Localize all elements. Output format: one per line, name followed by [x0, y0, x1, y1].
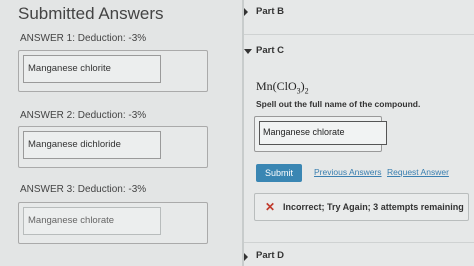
submitted-answers-title: Submitted Answers	[18, 4, 164, 23]
part-c-separator	[244, 242, 474, 243]
part-d-caret-icon[interactable]	[244, 253, 248, 261]
answer-2-label: ANSWER 2: Deduction: -3%	[20, 110, 147, 121]
submit-button[interactable]: Submit	[256, 164, 302, 182]
part-d-header[interactable]: Part D	[256, 250, 284, 261]
question-panel: Part B Part C Mn(ClO3)2 Spell out the fu…	[244, 0, 474, 266]
formula-base: Mn(ClO	[256, 79, 297, 93]
previous-answers-link[interactable]: Previous Answers	[314, 167, 382, 177]
part-b-caret-icon[interactable]	[244, 8, 248, 16]
answer-3-value: Manganese chlorate	[23, 207, 161, 235]
part-b-separator	[244, 34, 474, 35]
feedback-text: Incorrect; Try Again; 3 attempts remaini…	[283, 202, 464, 212]
compound-formula: Mn(ClO3)2	[256, 79, 309, 95]
feedback-box: ✕ Incorrect; Try Again; 3 attempts remai…	[254, 193, 469, 221]
answer-1-value: Manganese chlorite	[23, 55, 161, 83]
answer-input[interactable]: Manganese chlorate	[259, 121, 387, 145]
part-b-header[interactable]: Part B	[256, 6, 284, 17]
request-answer-link[interactable]: Request Answer	[387, 167, 449, 177]
answer-1-label: ANSWER 1: Deduction: -3%	[20, 33, 147, 44]
answer-2-box: Manganese dichloride	[18, 126, 208, 168]
part-c-caret-icon[interactable]	[244, 49, 252, 54]
answer-3-label: ANSWER 3: Deduction: -3%	[20, 184, 147, 195]
x-icon: ✕	[265, 200, 276, 214]
part-c-header[interactable]: Part C	[256, 45, 284, 56]
answer-input-wrapper: Manganese chlorate	[254, 116, 387, 152]
answer-3-box: Manganese chlorate	[18, 202, 208, 244]
answer-1-box: Manganese chlorite	[18, 50, 208, 92]
submitted-answers-panel: Submitted Answers ANSWER 1: Deduction: -…	[0, 0, 242, 266]
question-instruction: Spell out the full name of the compound.	[256, 99, 421, 109]
formula-sub-2: 2	[304, 86, 309, 96]
answer-2-value: Manganese dichloride	[23, 131, 161, 159]
